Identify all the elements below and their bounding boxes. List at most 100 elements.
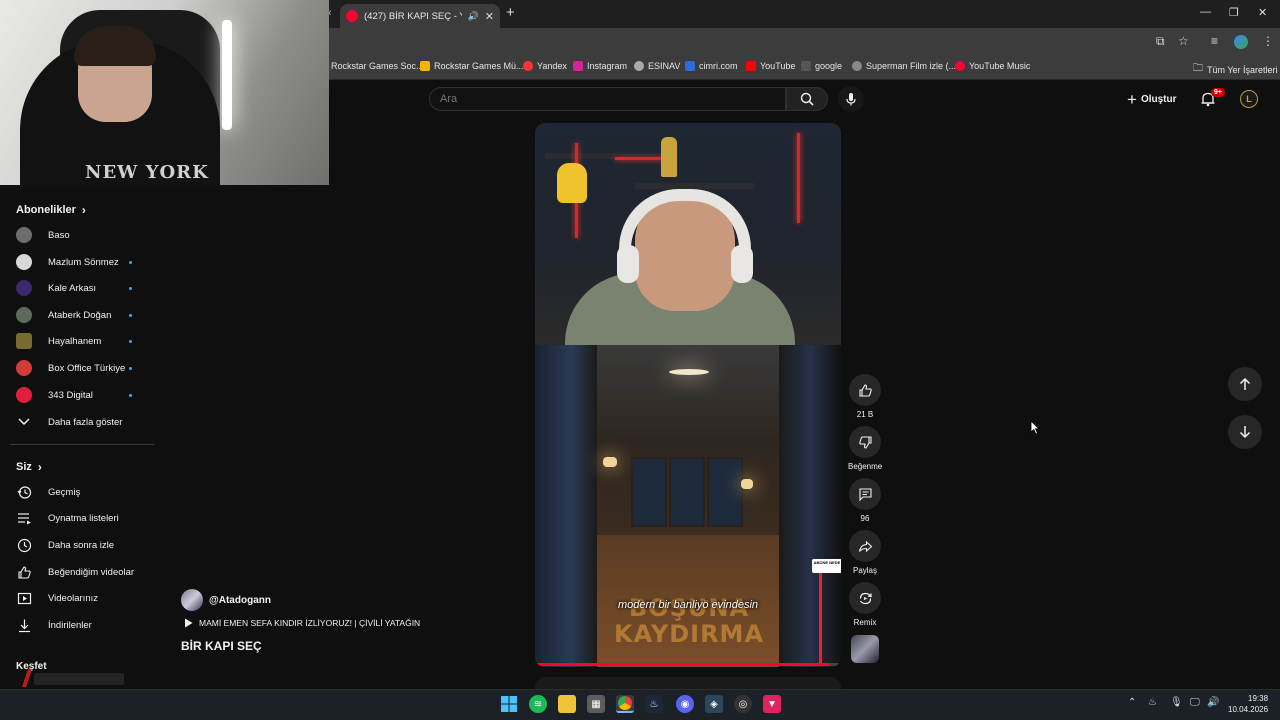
windows-taskbar [0, 689, 1280, 720]
sound-channel-avatar[interactable] [851, 635, 879, 663]
linked-video-row[interactable]: MAMİ EMEN SEFA KINDIR İZLİYORUZ! | ÇİVİL… [184, 618, 420, 628]
channel-avatar-icon [16, 280, 32, 296]
obs-icon[interactable]: ◎ [734, 695, 752, 713]
window-close-icon[interactable]: ✕ [1258, 6, 1267, 19]
remix-button[interactable]: Remix [848, 582, 882, 627]
sidebar-item-label: Videolarınız [48, 592, 98, 604]
next-short-button[interactable] [1228, 415, 1262, 449]
bookmark-item[interactable]: google [801, 61, 842, 71]
thumbs-up-icon [16, 564, 32, 580]
tray-expand-icon[interactable]: ⌃ [1128, 697, 1136, 708]
windows-start-icon[interactable] [500, 695, 518, 713]
bookmark-item[interactable]: cimri.com [685, 61, 738, 71]
next-short-preview[interactable] [535, 677, 841, 689]
system-clock[interactable]: 19:38 10.04.2026 [1228, 693, 1268, 715]
steam-alt-icon[interactable]: ◈ [705, 695, 723, 713]
sidebar-item-your-videos[interactable]: Videolarınız [16, 588, 156, 608]
menu-dots-icon[interactable]: ⋮ [1262, 34, 1274, 48]
search-button[interactable] [786, 87, 828, 111]
channel-avatar-icon [16, 387, 32, 403]
shelf [635, 183, 755, 189]
app-icon[interactable]: ▼ [763, 695, 781, 713]
sidebar-item-history[interactable]: Geçmiş [16, 482, 156, 502]
like-button[interactable]: 21 B [848, 374, 882, 419]
profile-icon[interactable] [1234, 35, 1248, 49]
dislike-button[interactable]: Beğenme [848, 426, 882, 471]
channel-handle[interactable]: @Atadogann [209, 595, 271, 606]
comments-button[interactable]: 96 [848, 478, 882, 523]
channel-avatar-icon [16, 254, 32, 270]
person-hair [74, 26, 156, 66]
bookmark-item[interactable]: Yandex [523, 61, 567, 71]
bookmark-item[interactable]: Superman Film izle (... [852, 61, 956, 71]
trophy-figure [661, 137, 677, 177]
subscription-item[interactable]: Hayalhanem [16, 331, 136, 351]
sidebar-item-playlists[interactable]: Oynatma listeleri [16, 508, 156, 528]
subscription-item[interactable]: Mazlum Sönmez [16, 252, 136, 272]
sidebar-item-watch-later[interactable]: Daha sonra izle [16, 535, 156, 555]
subscription-item[interactable]: Box Office Türkiye [16, 358, 136, 378]
volume-icon[interactable]: 🔊 [1207, 697, 1219, 708]
share-button[interactable]: Paylaş [848, 530, 882, 575]
steam-icon[interactable]: ♨ [645, 695, 663, 713]
account-avatar[interactable]: L [1240, 90, 1258, 108]
bookmark-item[interactable]: YouTube [746, 61, 795, 71]
bookmark-label: Yandex [537, 61, 567, 71]
thumbs-up-icon [858, 383, 872, 397]
progress-fill [535, 663, 829, 666]
room-window [669, 457, 705, 527]
previous-short-button[interactable] [1228, 367, 1262, 401]
clock-time: 19:38 [1248, 694, 1269, 703]
bookmark-star-icon[interactable]: ☆ [1178, 34, 1189, 48]
subscription-item[interactable]: Kale Arkası [16, 278, 136, 298]
install-app-icon[interactable]: ⧉ [1156, 34, 1165, 49]
you-header[interactable]: Siz › [16, 460, 42, 474]
media-queue-icon[interactable]: ≡ [1211, 34, 1218, 48]
subscription-item[interactable]: 343 Digital [16, 385, 136, 405]
like-circle [849, 374, 881, 406]
bookmark-item[interactable]: YouTube Music [955, 61, 1030, 71]
show-more-button[interactable]: Daha fazla göster [16, 412, 156, 432]
bookmark-item[interactable]: Rockstar Games Soc... [331, 61, 424, 71]
store-icon[interactable]: ▦ [587, 695, 605, 713]
subscriptions-header[interactable]: Abonelikler › [16, 203, 86, 217]
network-icon[interactable]: 🖵 [1190, 697, 1200, 708]
bookmark-item[interactable]: Instagram [573, 61, 627, 71]
chrome-icon[interactable] [616, 695, 634, 713]
discord-icon[interactable]: ◉ [676, 695, 694, 713]
browser-tab-youtube[interactable]: (427) BİR KAPI SEÇ - YouTube 🔊 ✕ [340, 4, 500, 28]
stream-logo-overlay [16, 667, 128, 689]
mic-tray-icon[interactable]: 🎙 [1170, 697, 1183, 708]
subscription-item[interactable]: Ataberk Doğan [16, 305, 136, 325]
room-window [631, 457, 667, 527]
room-window [707, 457, 743, 527]
bookmark-item[interactable]: Rockstar Games Mü... [420, 61, 524, 71]
restore-icon[interactable]: ❐ [1229, 6, 1239, 19]
ceiling-light [669, 369, 709, 375]
create-button[interactable]: + Oluştur [1127, 88, 1177, 110]
new-content-dot [129, 393, 132, 397]
bookmark-label: ESINAV [648, 61, 681, 71]
channel-row[interactable]: @Atadogann [181, 589, 271, 611]
minimize-icon[interactable]: — [1200, 6, 1211, 18]
sidebar-item-downloads[interactable]: İndirilenler [16, 615, 156, 635]
voice-search-button[interactable] [838, 86, 864, 112]
table-lamp [741, 479, 753, 489]
bookmark-item[interactable]: ESINAV [634, 61, 680, 71]
search-box[interactable] [429, 87, 786, 111]
all-bookmarks[interactable]: 🗀 Tüm Yer İşaretleri [1193, 61, 1278, 78]
steam-tray-icon[interactable]: ♨ [1148, 697, 1157, 708]
short-video-player[interactable]: ABONE NEDE BOŞUNA KAYDIRMA modern bir ba… [535, 123, 841, 667]
video-subtitle: modern bir banliyö evindesin [617, 599, 759, 611]
search-input[interactable] [440, 93, 785, 105]
subscription-item[interactable]: Baso [16, 225, 136, 245]
file-explorer-icon[interactable] [558, 695, 576, 713]
close-tab-icon[interactable]: ✕ [485, 10, 494, 23]
spotify-icon[interactable]: ≋ [529, 695, 547, 713]
video-progress-bar[interactable] [535, 663, 841, 666]
new-tab-icon[interactable]: + [506, 4, 515, 21]
download-icon [16, 617, 32, 633]
notifications-button[interactable]: 9+ [1200, 88, 1225, 110]
speaker-icon[interactable]: 🔊 [468, 11, 479, 22]
sidebar-item-liked-videos[interactable]: Beğendiğim videolar [16, 562, 156, 582]
